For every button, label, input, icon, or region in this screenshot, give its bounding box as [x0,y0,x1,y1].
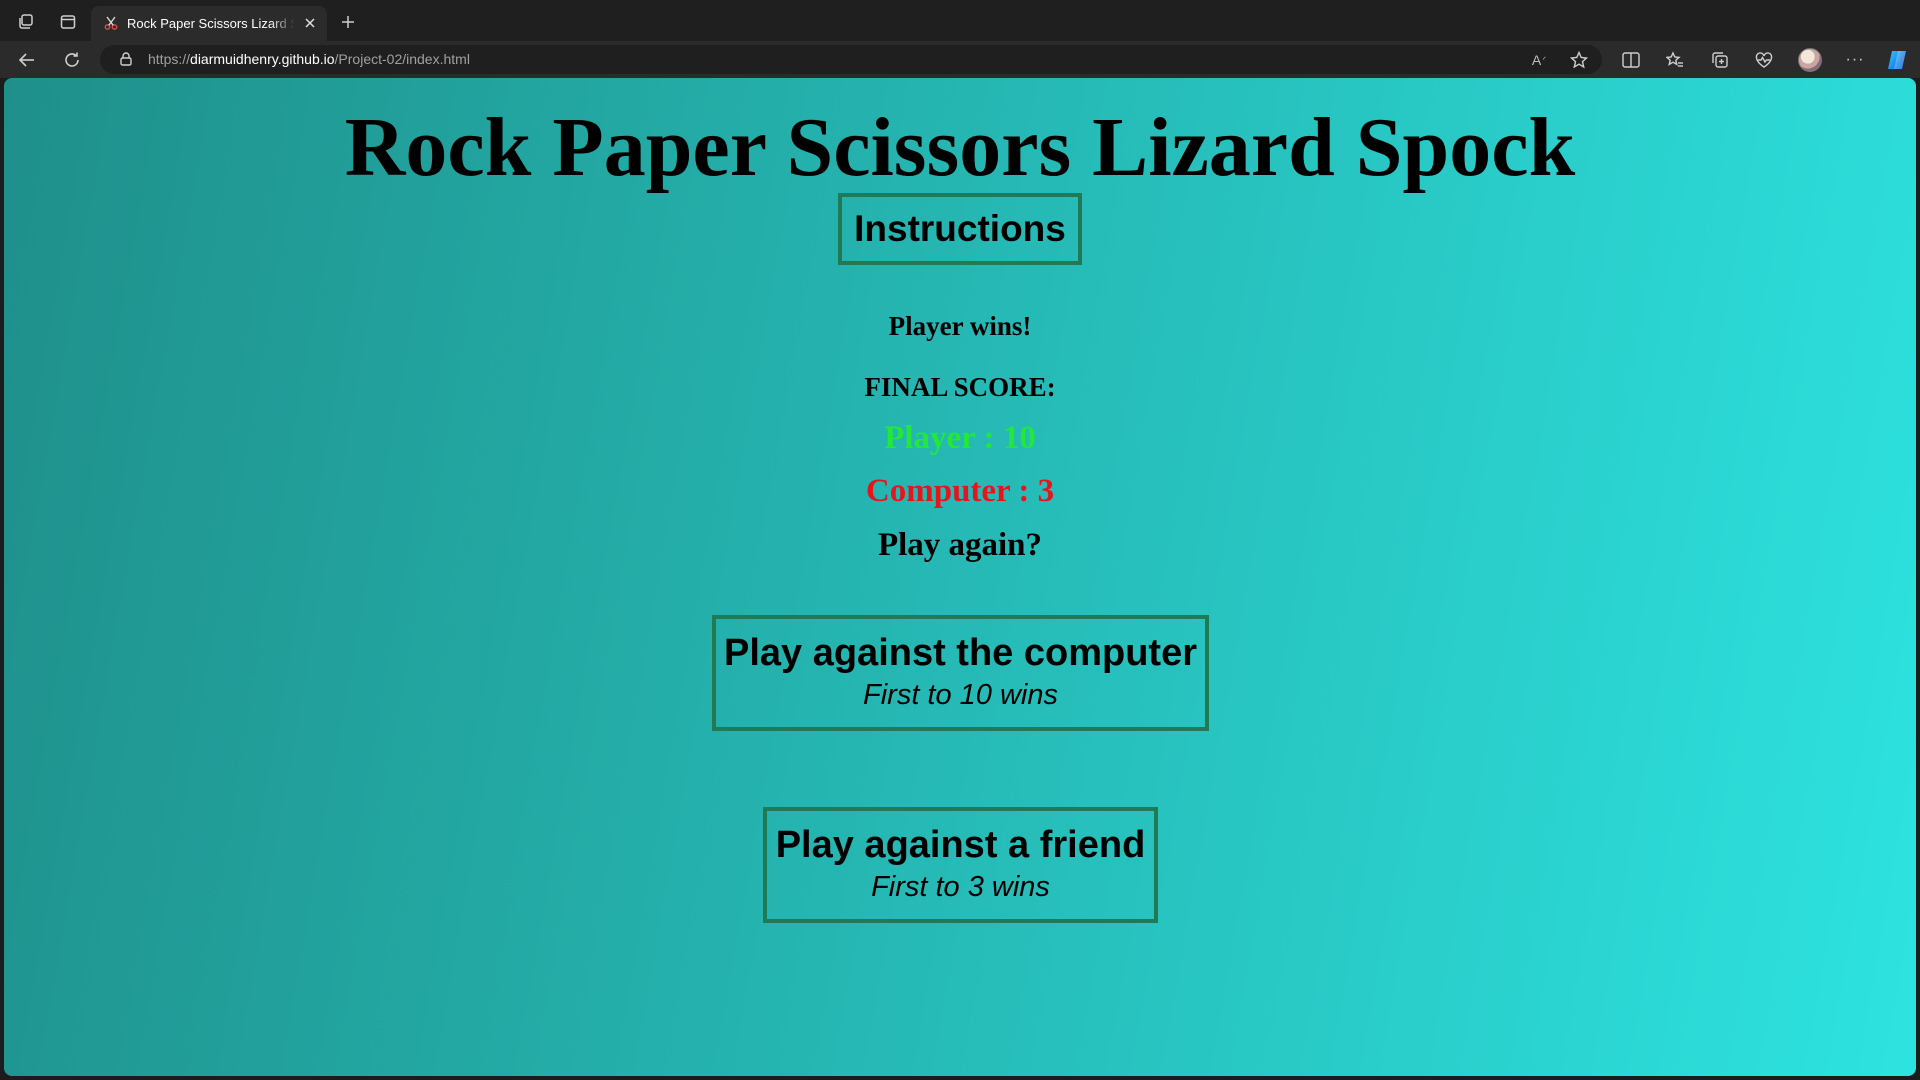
more-options-icon[interactable]: ··· [1844,49,1866,71]
mode-subtitle: First to 10 wins [863,679,1058,711]
final-score-label: FINAL SCORE: [864,372,1056,402]
address-bar[interactable]: https://diarmuidhenry.github.io/Project-… [100,45,1602,74]
instructions-button[interactable]: Instructions [838,193,1082,265]
mode-subtitle: First to 3 wins [871,871,1050,903]
lock-icon[interactable] [118,51,134,67]
favorites-icon[interactable] [1664,49,1686,71]
heart-pulse-icon[interactable] [1753,49,1775,71]
favorite-star-icon[interactable] [1568,49,1590,71]
play-again-prompt: Play again? [877,527,1043,563]
refresh-icon[interactable] [61,49,83,71]
page-viewport: Rock Paper Scissors Lizard Spock Instruc… [4,78,1916,1076]
player-score: Player : 10 [884,420,1036,456]
url-path: /Project-02/index.html [334,51,470,67]
scissors-icon [103,15,119,31]
split-screen-icon[interactable] [1620,49,1642,71]
close-tab-icon[interactable] [301,14,319,32]
mode-title: Play against a friend [775,824,1146,866]
browser-tabstrip: Rock Paper Scissors Lizard Spock [0,0,1920,41]
computer-score: Computer : 3 [865,473,1055,509]
url-text[interactable]: https://diarmuidhenry.github.io/Project-… [148,45,470,74]
collections-icon[interactable] [1709,49,1731,71]
page-title: Rock Paper Scissors Lizard Spock [344,101,1576,194]
copilot-icon[interactable] [1884,47,1910,73]
mode-title: Play against the computer [723,632,1197,674]
tab-actions-icon[interactable] [58,12,78,32]
browser-toolbar: https://diarmuidhenry.github.io/Project-… [0,41,1920,78]
url-scheme: https:// [148,51,191,67]
result-message: Player wins! [888,311,1032,341]
tab-title: Rock Paper Scissors Lizard Spock [127,16,295,31]
read-aloud-icon[interactable]: Aᐟ [1528,49,1550,71]
active-tab[interactable]: Rock Paper Scissors Lizard Spock [91,6,327,41]
url-host: diarmuidhenry.github.io [190,51,335,67]
new-tab-icon[interactable] [338,12,358,32]
profile-avatar[interactable] [1798,48,1822,72]
back-icon[interactable] [16,49,38,71]
workspaces-icon[interactable] [16,12,36,32]
play-vs-computer-button[interactable]: Play against the computer First to 10 wi… [712,615,1209,731]
play-vs-friend-button[interactable]: Play against a friend First to 3 wins [763,807,1158,923]
